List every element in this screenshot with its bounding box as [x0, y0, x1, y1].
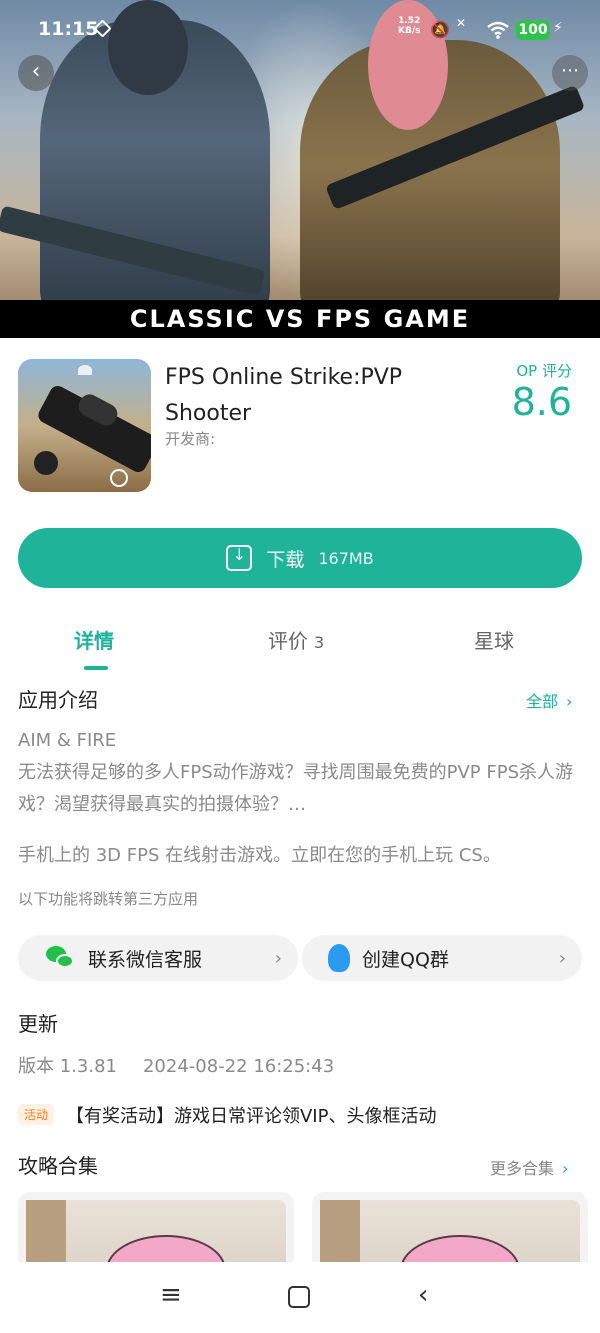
tab-details-label: 详情 — [74, 629, 114, 653]
intro-all-link[interactable]: 全部 › — [526, 688, 572, 712]
download-icon — [226, 545, 253, 571]
update-date: 2024-08-22 16:25:43 — [142, 1056, 335, 1077]
net-speed: 1.52 KB/s — [398, 16, 421, 36]
chevron-right-icon: › — [562, 1159, 569, 1178]
intro-para2: 手机上的 3D FPS 在线射击游戏。立即在您的手机上玩 CS。 — [18, 845, 501, 866]
intro-title: 应用介绍 — [18, 688, 98, 712]
tab-planet[interactable]: 星球 — [474, 625, 514, 654]
wechat-icon — [46, 946, 76, 970]
back-button[interactable]: ‹ — [18, 55, 54, 91]
guides-title: 攻略合集 — [18, 1154, 98, 1178]
tab-reviews-label: 评价 — [268, 629, 308, 653]
app-title: FPS Online Strike:PVP Shooter — [165, 365, 403, 426]
wifi-icon — [486, 20, 510, 44]
wechat-service-label: 联系微信客服 — [88, 948, 203, 971]
hero-caption: CLASSIC VS FPS GAME — [129, 305, 471, 333]
hero-caption-bar: CLASSIC VS FPS GAME — [0, 300, 600, 338]
intro-line1: AIM & FIRE — [18, 730, 117, 751]
close-small-icon: ✕ — [456, 16, 467, 30]
battery-indicator: 100 — [516, 20, 550, 40]
home-icon[interactable] — [288, 1286, 310, 1308]
menu-icon[interactable]: ≡ — [160, 1280, 182, 1310]
developer-label: 开发商: — [165, 430, 216, 448]
intro-all-label: 全部 — [526, 692, 559, 711]
guides-more-link[interactable]: 更多合集 › — [490, 1155, 568, 1179]
third-party-note: 以下功能将跳转第三方应用 — [18, 890, 199, 908]
tab-planet-label: 星球 — [474, 629, 514, 653]
tab-reviews-count: 3 — [314, 633, 325, 652]
more-options-button[interactable]: ⋯ — [552, 55, 588, 91]
tab-details[interactable]: 详情 — [74, 625, 114, 654]
activity-badge: 活动 — [18, 1104, 55, 1125]
app-icon-ring — [110, 469, 128, 487]
create-qq-group-button[interactable]: 创建QQ群 › — [302, 935, 582, 981]
app-icon-parachute — [78, 365, 92, 375]
download-label: 下载 — [266, 548, 305, 571]
update-title: 更新 — [18, 1012, 58, 1036]
score-label: OP 评分 — [516, 362, 572, 380]
activity-link[interactable]: 【有奖活动】游戏日常评论领VIP、头像框活动 — [66, 1102, 436, 1128]
guides-more-label: 更多合集 — [490, 1159, 555, 1178]
chevron-right-icon: › — [274, 947, 282, 969]
score-value: 8.6 — [511, 380, 572, 424]
active-tab-indicator — [84, 666, 108, 670]
charging-icon: ⚡ — [553, 20, 563, 36]
mute-icon: 🔕 — [430, 20, 450, 39]
version-info: 版本 1.3.81 2024-08-22 16:25:43 — [18, 1052, 360, 1078]
system-nav-bar: ≡ ‹ — [0, 1262, 600, 1333]
create-qq-group-label: 创建QQ群 — [362, 948, 449, 971]
intro-para1: 无法获得足够的多人FPS动作游戏？寻找周围最免费的PVP FPS杀人游戏？渴望获… — [18, 762, 574, 815]
tab-reviews[interactable]: 评价 3 — [268, 625, 324, 654]
back-icon[interactable]: ‹ — [418, 1280, 428, 1310]
download-size: 167MB — [318, 548, 374, 568]
qq-icon — [328, 944, 350, 972]
chevron-right-icon: › — [558, 947, 566, 969]
download-button[interactable]: 下载 167MB — [18, 528, 582, 588]
app-icon-grenade — [34, 451, 58, 475]
status-time: 11:15 — [38, 18, 99, 40]
status-bar: 11:15 1.52 KB/s 🔕 ✕ 100 ⚡ — [0, 0, 600, 60]
version-number: 版本 1.3.81 — [18, 1056, 117, 1077]
wechat-service-button[interactable]: 联系微信客服 › — [18, 935, 298, 981]
chevron-right-icon: › — [566, 692, 573, 711]
app-icon — [18, 359, 151, 492]
